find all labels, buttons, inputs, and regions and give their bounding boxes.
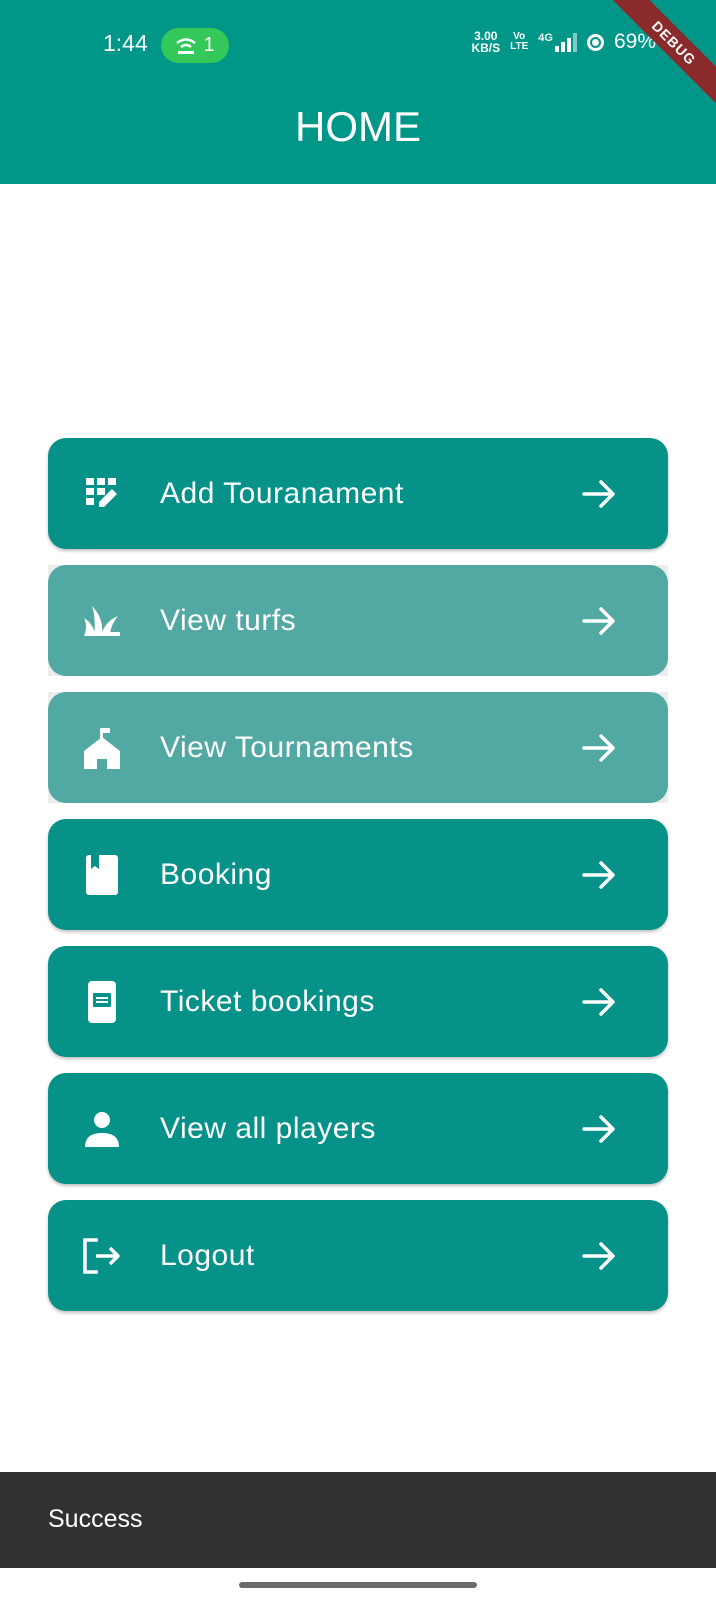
view-tournaments-wrapper: View Tournaments	[48, 692, 668, 803]
arrow-right-icon	[582, 733, 615, 762]
gesture-nav-handle[interactable]	[239, 1582, 477, 1588]
volte-icon: Vo LTE	[510, 31, 529, 52]
hotspot-indicator[interactable]: 1	[161, 28, 229, 63]
arrow-right-icon	[582, 987, 615, 1016]
school-icon	[82, 727, 122, 769]
add-tournament-button[interactable]: Add Touranament	[48, 438, 668, 549]
battery-saver-icon	[586, 33, 604, 51]
view-all-players-button[interactable]: View all players	[48, 1073, 668, 1184]
status-time: 1:44	[103, 30, 148, 56]
menu-item-label: View turfs	[160, 603, 297, 637]
snackbar-message: Success	[48, 1505, 143, 1533]
logout-button[interactable]: Logout	[48, 1200, 668, 1311]
hotspot-count: 1	[203, 34, 215, 56]
arrow-right-icon	[582, 1114, 615, 1143]
menu-item-label: Add Touranament	[160, 476, 404, 510]
arrow-right-icon	[582, 479, 615, 508]
view-tournaments-button[interactable]: View Tournaments	[48, 692, 668, 803]
view-turfs-wrapper: View turfs	[48, 565, 668, 676]
logout-icon	[82, 1236, 122, 1276]
ticket-bookings-button[interactable]: Ticket bookings	[48, 946, 668, 1057]
arrow-right-icon	[582, 1241, 615, 1270]
menu-item-label: View all players	[160, 1111, 376, 1145]
edit-grid-icon	[82, 474, 122, 514]
person-icon	[82, 1109, 122, 1149]
menu-item-label: View Tournaments	[160, 730, 414, 764]
book-icon	[82, 854, 122, 895]
menu-item-label: Ticket bookings	[160, 984, 375, 1018]
menu-item-label: Logout	[160, 1238, 255, 1272]
booking-button[interactable]: Booking	[48, 819, 668, 930]
menu-list: Add Touranament View turfs View Tourname…	[48, 438, 668, 1327]
grass-icon	[82, 601, 122, 641]
debug-banner: DEBUG	[608, 0, 716, 109]
arrow-right-icon	[582, 606, 615, 635]
receipt-icon	[82, 980, 122, 1023]
menu-item-label: Booking	[160, 857, 272, 891]
hotspot-icon	[176, 37, 197, 54]
arrow-right-icon	[582, 860, 615, 889]
signal-icon: 4G	[538, 32, 577, 52]
app-bar: 1:44 1 3.00 KB/S Vo LTE 4G 69% DEBUG HOM…	[0, 0, 716, 184]
status-icons: 3.00 KB/S Vo LTE 4G 69%	[471, 30, 656, 54]
snackbar: Success	[0, 1472, 716, 1568]
view-turfs-button[interactable]: View turfs	[48, 565, 668, 676]
net-speed: 3.00 KB/S	[471, 29, 501, 55]
page-title: HOME	[295, 103, 421, 150]
